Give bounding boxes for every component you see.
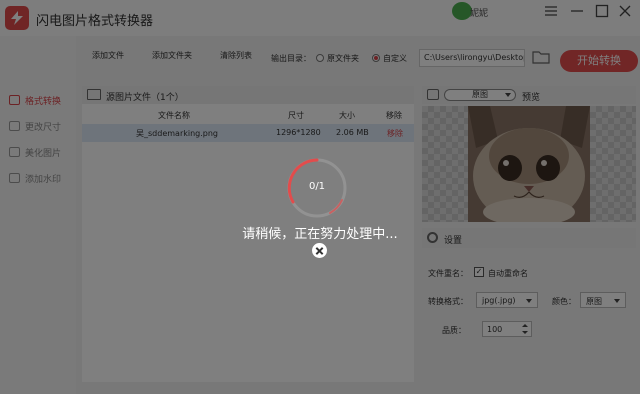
progress-count: 0/1 — [308, 181, 326, 192]
cancel-processing-button[interactable] — [312, 243, 327, 258]
processing-message: 请稍候，正在努力处理中... — [242, 227, 398, 242]
